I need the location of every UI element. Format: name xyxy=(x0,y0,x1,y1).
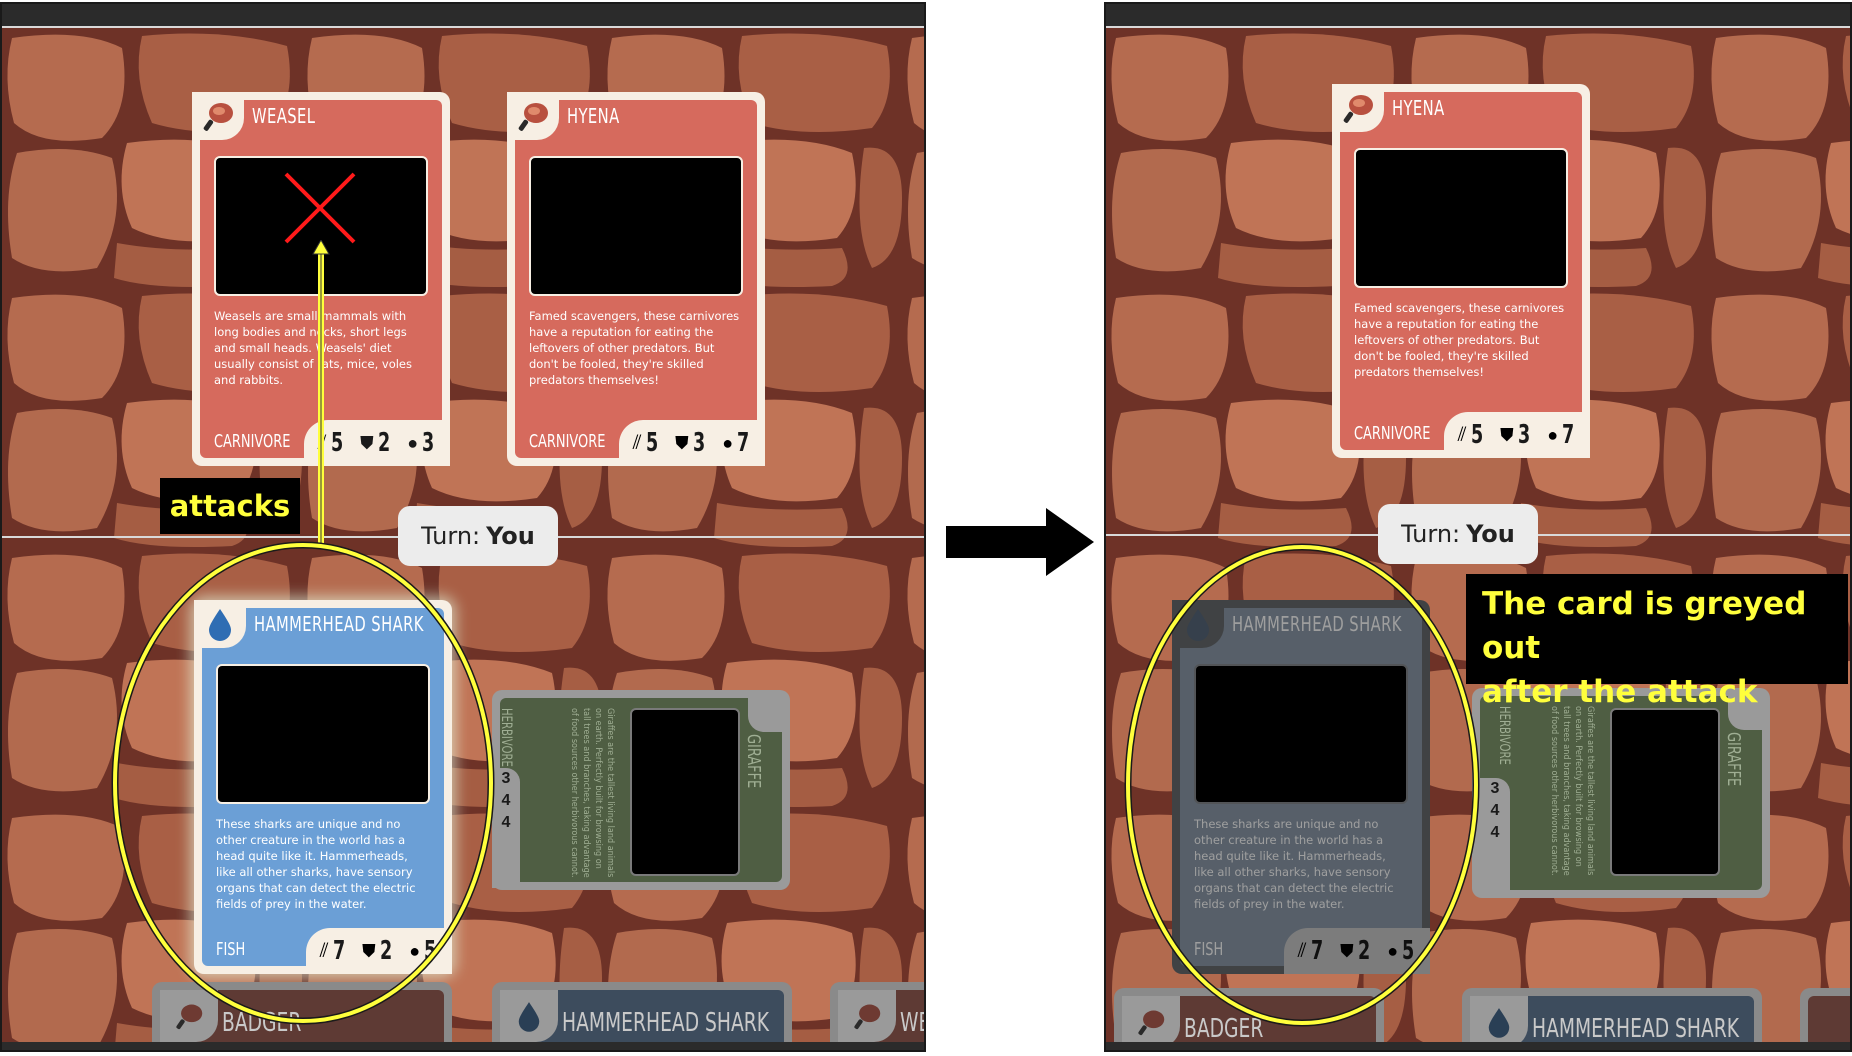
card-description: Famed scavengers, these carnivores have … xyxy=(529,309,740,387)
card-stats: ⫽ 5 ⛊ 3 ● 7 xyxy=(1444,412,1590,458)
bottom-bar xyxy=(2,1042,924,1050)
card-stats: 3 4 4 xyxy=(492,768,520,888)
bottom-bar xyxy=(1106,1042,1850,1050)
claw-icon: ⫽ xyxy=(1457,423,1467,446)
card-description: Giraffes are the tallest living land ani… xyxy=(1549,706,1595,876)
card-art xyxy=(630,708,740,876)
shield-icon: ⛊ xyxy=(360,432,374,453)
enemy-card-hyena[interactable]: HYENA Famed scavengers, these carnivores… xyxy=(507,92,765,466)
highlight-ellipse xyxy=(111,541,495,1025)
card-title: HYENA xyxy=(567,104,620,128)
card-stats: 3 4 4 xyxy=(1480,778,1510,890)
meat-drumstick-icon xyxy=(507,92,559,140)
shield-icon: ⛊ xyxy=(1500,424,1514,445)
card-type: HERBIVORE xyxy=(1496,706,1512,765)
board-card-giraffe[interactable]: GIRAFFE Giraffes are the tallest living … xyxy=(1472,688,1770,898)
card-art xyxy=(529,156,743,296)
top-bar xyxy=(1106,4,1850,28)
before-panel: WEASEL Weasels are small mammals with lo… xyxy=(0,2,926,1052)
card-description: Giraffes are the tallest living land ani… xyxy=(569,708,615,878)
leaf-icon xyxy=(748,698,782,732)
highlight-ellipse xyxy=(1124,543,1480,1027)
enemy-card-hyena[interactable]: HYENA Famed scavengers, these carnivores… xyxy=(1332,84,1590,458)
card-type: HERBIVORE xyxy=(498,708,514,767)
claw-icon: ⫽ xyxy=(632,431,642,454)
greyed-out-callout: The card is greyed out after the attack xyxy=(1466,574,1848,710)
card-art xyxy=(1610,708,1720,876)
target-x-marker xyxy=(284,172,356,244)
drop-icon: ● xyxy=(722,432,734,453)
card-type: CARNIVORE xyxy=(529,431,606,452)
card-type: CARNIVORE xyxy=(1354,423,1431,444)
card-art xyxy=(1354,148,1568,288)
shield-icon: ⛊ xyxy=(675,432,689,453)
after-panel: HYENA Famed scavengers, these carnivores… xyxy=(1104,2,1852,1052)
card-stats: ⫽ 5 ⛊ 3 ● 7 xyxy=(619,420,765,466)
card-title: HYENA xyxy=(1392,96,1445,120)
card-title: WEASEL xyxy=(252,104,316,128)
card-description: Famed scavengers, these carnivores have … xyxy=(1354,301,1565,379)
card-type: CARNIVORE xyxy=(214,431,291,452)
meat-drumstick-icon xyxy=(192,92,244,140)
top-bar xyxy=(2,4,924,28)
water-drop-icon xyxy=(500,990,558,1042)
card-title: GIRAFFE xyxy=(743,734,764,789)
meat-drumstick-icon xyxy=(1332,84,1384,132)
card-title: GIRAFFE xyxy=(1723,732,1744,787)
transition-arrow-icon xyxy=(946,508,1094,576)
board-card-giraffe[interactable]: GIRAFFE Giraffes are the tallest living … xyxy=(492,690,790,890)
drop-icon: ● xyxy=(1547,424,1559,445)
drop-icon: ● xyxy=(407,432,419,453)
meat-drumstick-icon xyxy=(838,990,896,1042)
attacks-callout: attacks xyxy=(160,478,300,534)
attack-arrow xyxy=(312,240,330,546)
